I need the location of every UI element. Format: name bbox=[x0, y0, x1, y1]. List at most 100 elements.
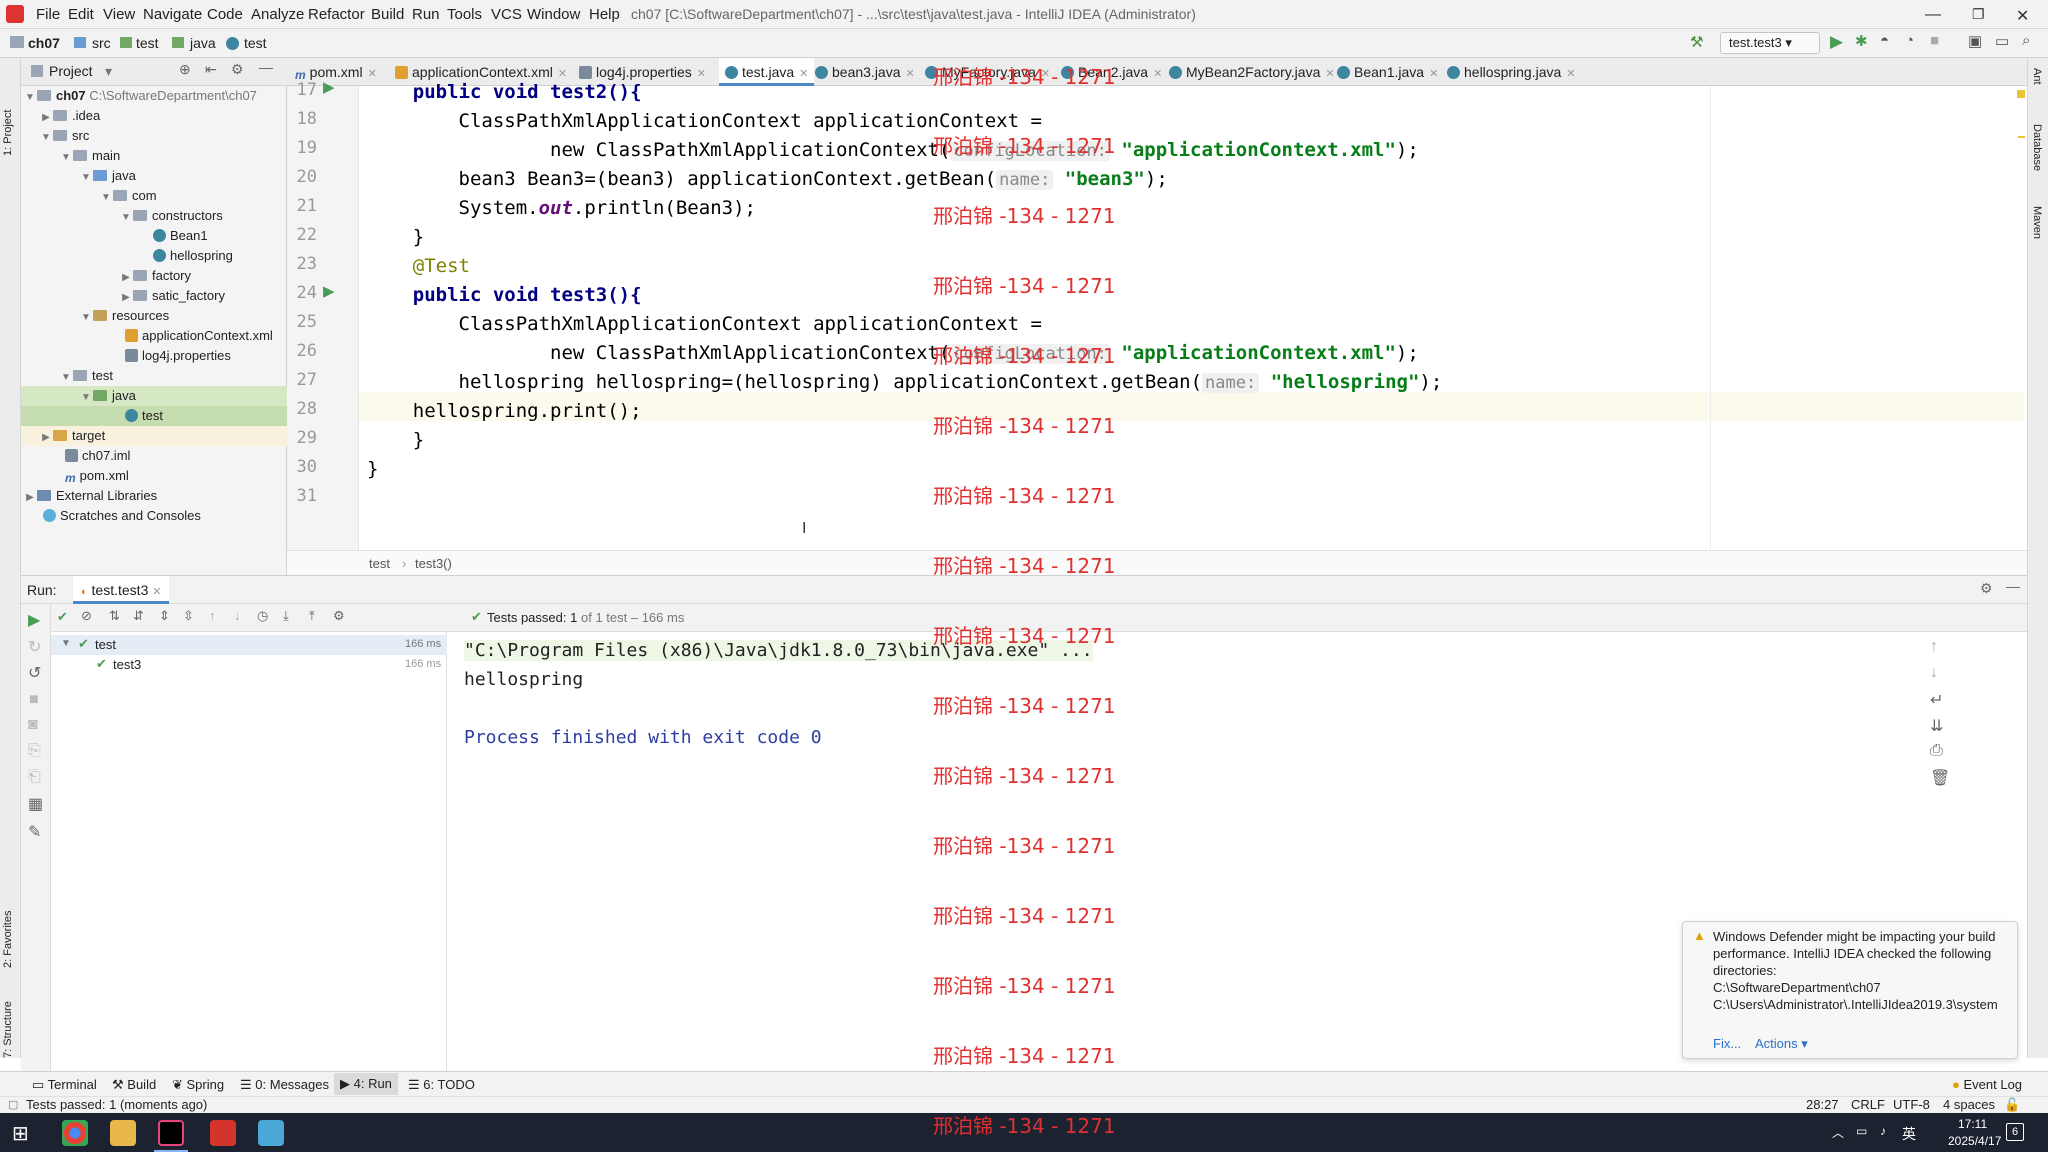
tab-mybean2factory-java[interactable]: MyBean2Factory.java ✕ bbox=[1169, 58, 1335, 86]
menu-edit[interactable]: Edit bbox=[68, 6, 94, 23]
run-tool-button[interactable]: ▶ 4: Run bbox=[334, 1073, 398, 1095]
tree-item-com[interactable]: ▼ com bbox=[21, 186, 287, 206]
profile-icon[interactable]: ◔ bbox=[1905, 32, 1914, 49]
tree-item-bean1[interactable]: Bean1 bbox=[21, 226, 287, 246]
maven-tool-button[interactable]: Maven bbox=[2031, 206, 2043, 239]
cursor-position[interactable]: 28:27 bbox=[1806, 1097, 1839, 1112]
tab-hellospring-java[interactable]: hellospring.java ✕ bbox=[1447, 58, 1576, 86]
stop-icon[interactable]: ■ bbox=[29, 691, 39, 709]
code-editor[interactable]: 17 18 19 20 21 22 23 24 25 26 27 28 29 3… bbox=[287, 79, 2027, 575]
import-tests-icon[interactable]: ⤓ bbox=[283, 608, 289, 624]
menu-view[interactable]: View bbox=[103, 6, 135, 23]
crumb-test-class[interactable]: test bbox=[244, 35, 267, 51]
menu-refactor[interactable]: Refactor bbox=[308, 6, 365, 23]
toggle-auto-test-icon[interactable]: ↺ bbox=[28, 663, 41, 683]
chevron-down-icon[interactable]: ▾ bbox=[105, 63, 112, 80]
app-icon[interactable] bbox=[258, 1120, 284, 1146]
ime-indicator[interactable]: 英 bbox=[1902, 1124, 1916, 1144]
line-separator[interactable]: CRLF bbox=[1851, 1097, 1885, 1112]
database-tool-button[interactable]: Database bbox=[2031, 124, 2043, 171]
clock-date[interactable]: 2025/4/17 bbox=[1948, 1134, 2001, 1148]
close-icon[interactable]: ✕ bbox=[799, 68, 808, 80]
scroll-to-end-icon[interactable]: ⇊ bbox=[1930, 716, 1943, 736]
stop-icon[interactable]: ■ bbox=[1930, 32, 1939, 49]
tree-item-factory[interactable]: ▶ factory bbox=[21, 266, 287, 286]
rerun-icon[interactable]: ▶ bbox=[28, 610, 40, 630]
chevron-down-icon[interactable]: ▼ bbox=[61, 638, 71, 649]
tab-bean3-java[interactable]: bean3.java ✕ bbox=[815, 58, 915, 86]
crumb-test[interactable]: test bbox=[136, 35, 159, 51]
tree-item-satic-factory[interactable]: ▶ satic_factory bbox=[21, 286, 287, 306]
menu-vcs[interactable]: VCS bbox=[491, 6, 522, 23]
network-icon[interactable]: ▭ bbox=[1856, 1124, 1867, 1138]
run-icon[interactable]: ▶ bbox=[1830, 32, 1843, 52]
file-explorer-icon[interactable] bbox=[110, 1120, 136, 1146]
inspection-status-icon[interactable] bbox=[2017, 90, 2025, 98]
tree-item-test-suite[interactable]: ▼ ✔ test 166 ms bbox=[51, 635, 447, 655]
crumb-java[interactable]: java bbox=[190, 35, 216, 51]
coverage-icon[interactable]: ◓ bbox=[1880, 32, 1889, 49]
menu-tools[interactable]: Tools bbox=[447, 6, 482, 23]
notification-center-icon[interactable]: 6 bbox=[2006, 1123, 2024, 1141]
gear-icon[interactable]: ⚙ bbox=[333, 608, 345, 624]
trash-icon[interactable]: 🗑 bbox=[1930, 768, 1950, 788]
menu-code[interactable]: Code bbox=[207, 6, 243, 23]
print-icon[interactable]: ⎙ bbox=[1930, 742, 1943, 760]
chrome-icon[interactable] bbox=[62, 1120, 88, 1146]
project-structure-icon[interactable]: ▣ bbox=[1968, 32, 1982, 50]
tree-item-test-java[interactable]: ▼ java bbox=[21, 386, 287, 406]
tree-item-test[interactable]: ▼ test bbox=[21, 366, 287, 386]
down-icon[interactable]: ↓ bbox=[1930, 664, 1938, 682]
lock-icon[interactable]: 🔓 bbox=[2004, 1097, 2020, 1113]
tab-test-java[interactable]: test.java ✕ bbox=[719, 58, 815, 86]
locate-icon[interactable]: ⊕ bbox=[179, 61, 191, 78]
tree-item-test3[interactable]: ✔ test3 166 ms bbox=[51, 655, 447, 675]
tree-item-main[interactable]: ▼ main bbox=[21, 146, 287, 166]
ant-tool-button[interactable]: Ant bbox=[2031, 68, 2043, 85]
indent-setting[interactable]: 4 spaces bbox=[1943, 1097, 1995, 1112]
collapse-all-icon[interactable]: ⇳ bbox=[183, 608, 194, 624]
menu-window[interactable]: Window bbox=[527, 6, 580, 23]
menu-analyze[interactable]: Analyze bbox=[251, 6, 304, 23]
windows-start-icon[interactable]: ⊞ bbox=[12, 1121, 29, 1146]
project-view-select[interactable]: Project bbox=[49, 63, 93, 79]
sort-duration-icon[interactable]: ⇵ bbox=[133, 608, 144, 624]
todo-tool-button[interactable]: ☰ 6: TODO bbox=[408, 1077, 475, 1093]
run-test-gutter-icon[interactable]: ▶ bbox=[323, 282, 335, 300]
restore-icon[interactable]: ❐ bbox=[1972, 6, 1985, 23]
tree-item-applicationcontext[interactable]: applicationContext.xml bbox=[21, 326, 287, 346]
file-encoding[interactable]: UTF-8 bbox=[1893, 1097, 1930, 1112]
project-tool-button[interactable]: 1: Project bbox=[2, 66, 14, 156]
tree-item-idea[interactable]: ▶ .idea bbox=[21, 106, 287, 126]
menu-build[interactable]: Build bbox=[371, 6, 404, 23]
run-config-select[interactable]: test.test3 ▾ bbox=[1720, 32, 1820, 54]
show-passed-icon[interactable]: ✔ bbox=[57, 609, 68, 625]
show-ignored-icon[interactable]: ⊘ bbox=[81, 608, 92, 624]
soft-wrap-icon[interactable]: ↵ bbox=[1930, 690, 1943, 710]
history-icon[interactable]: ◷ bbox=[257, 608, 268, 624]
menu-help[interactable]: Help bbox=[589, 6, 620, 23]
tree-item-test-class[interactable]: test bbox=[21, 406, 287, 426]
rerun-failed-icon[interactable]: ↻ bbox=[28, 637, 41, 657]
close-icon[interactable]: ✕ bbox=[906, 68, 915, 80]
messages-tool-button[interactable]: ☰ 0: Messages bbox=[240, 1077, 329, 1093]
import-icon[interactable]: ⎗ bbox=[28, 768, 41, 786]
snapshot-icon[interactable]: ◙ bbox=[28, 716, 38, 734]
build-tool-button[interactable]: ⚒ Build bbox=[112, 1077, 156, 1093]
close-icon[interactable]: ✕ bbox=[1429, 68, 1438, 80]
close-icon[interactable]: ✕ bbox=[1566, 68, 1575, 80]
tree-item-src[interactable]: ▼ src bbox=[21, 126, 287, 146]
close-icon[interactable]: ✕ bbox=[1325, 68, 1334, 80]
search-icon[interactable]: ⌕ bbox=[2022, 32, 2030, 49]
next-icon[interactable]: ↓ bbox=[234, 608, 241, 623]
tree-item-external-libraries[interactable]: ▶ External Libraries bbox=[21, 486, 287, 506]
structure-tool-button[interactable]: 7: Structure bbox=[2, 978, 14, 1058]
favorites-tool-button[interactable]: 2: Favorites bbox=[2, 888, 14, 968]
actions-link[interactable]: Actions ▾ bbox=[1755, 1036, 1808, 1052]
breadcrumb-method[interactable]: test3() bbox=[415, 556, 452, 571]
previous-icon[interactable]: ↑ bbox=[209, 608, 216, 623]
crumb-ch07[interactable]: ch07 bbox=[28, 35, 60, 51]
gear-icon[interactable]: ⚙ bbox=[231, 61, 244, 78]
status-icon[interactable]: ▢ bbox=[8, 1098, 18, 1111]
tree-item-constructors[interactable]: ▼ constructors bbox=[21, 206, 287, 226]
